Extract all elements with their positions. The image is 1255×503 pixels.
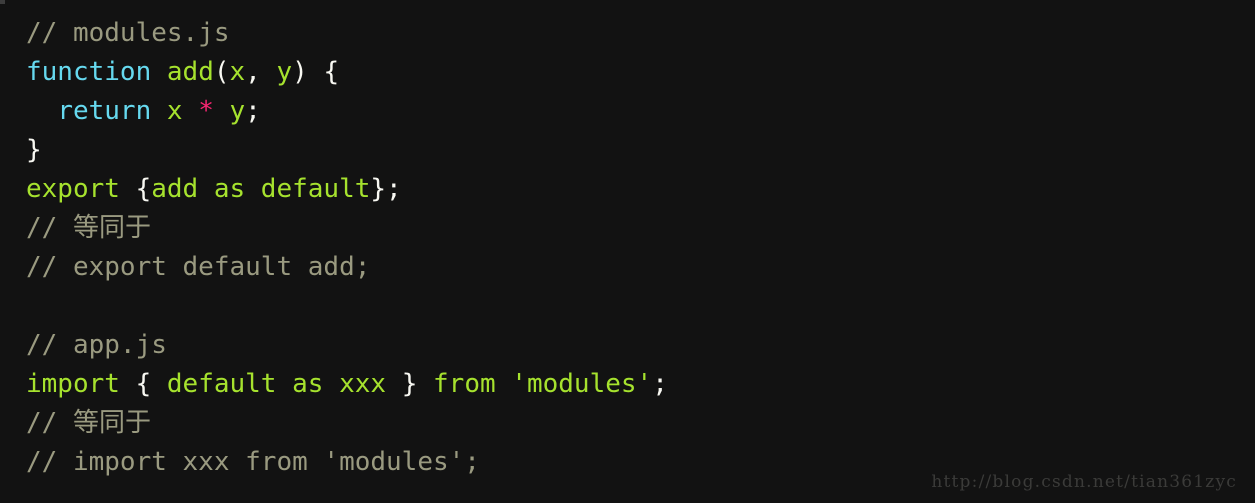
token-punct [26, 96, 57, 126]
watermark-url: http://blog.csdn.net/tian361zyc [931, 472, 1237, 492]
code-line: } [26, 131, 1255, 170]
token-comment: // modules.js [26, 18, 230, 48]
token-comment: // [26, 408, 73, 438]
code-line: return x * y; [26, 92, 1255, 131]
token-comment-cjk: 等同于 [72, 408, 151, 438]
token-name: default as xxx [166, 369, 387, 399]
token-keyword: function [26, 57, 152, 87]
code-line: // modules.js [26, 14, 1255, 53]
token-string: 'modules' [511, 369, 653, 399]
token-punct: ; [245, 96, 261, 126]
token-name: x [229, 57, 246, 87]
token-name: add [166, 57, 214, 87]
token-comment: // [26, 213, 73, 243]
code-line: export {add as default}; [26, 170, 1255, 209]
token-comment: // app.js [26, 330, 167, 360]
token-name: y [276, 57, 293, 87]
code-line: import { default as xxx } from 'modules'… [26, 365, 1255, 404]
code-line: // app.js [26, 326, 1255, 365]
token-punct: } [386, 369, 434, 399]
token-name: export [26, 174, 120, 204]
token-punct: { [119, 369, 167, 399]
code-editor[interactable]: // modules.js function add(x, y) { return… [0, 0, 1255, 503]
token-punct: ; [652, 369, 668, 399]
token-comment-cjk: 等同于 [72, 213, 151, 243]
token-punct [151, 96, 167, 126]
token-punct [496, 369, 512, 399]
token-operator: * [198, 96, 214, 126]
token-name: import [26, 369, 120, 399]
code-line: function add(x, y) { [26, 53, 1255, 92]
code-line: // 等同于 [26, 404, 1255, 443]
token-punct: } [26, 135, 42, 165]
token-punct: { [119, 174, 152, 204]
token-punct: , [245, 57, 277, 87]
token-name: add as default [151, 174, 371, 204]
token-punct [183, 96, 199, 126]
corner-artifact [0, 0, 5, 4]
token-punct [214, 96, 230, 126]
token-punct: }; [370, 174, 402, 204]
token-punct: ) { [292, 57, 340, 87]
token-comment: // export default add; [26, 252, 371, 282]
token-punct [151, 57, 167, 87]
token-comment: // import xxx from 'modules'; [26, 447, 480, 477]
token-name: from [433, 369, 496, 399]
code-line: // 等同于 [26, 209, 1255, 248]
token-keyword: return [57, 96, 152, 126]
token-name: x [166, 96, 183, 126]
code-line: // export default add; [26, 248, 1255, 287]
token-punct: ( [213, 57, 230, 87]
token-name: y [229, 96, 246, 126]
code-line-list: // modules.js function add(x, y) { return… [26, 14, 1255, 482]
